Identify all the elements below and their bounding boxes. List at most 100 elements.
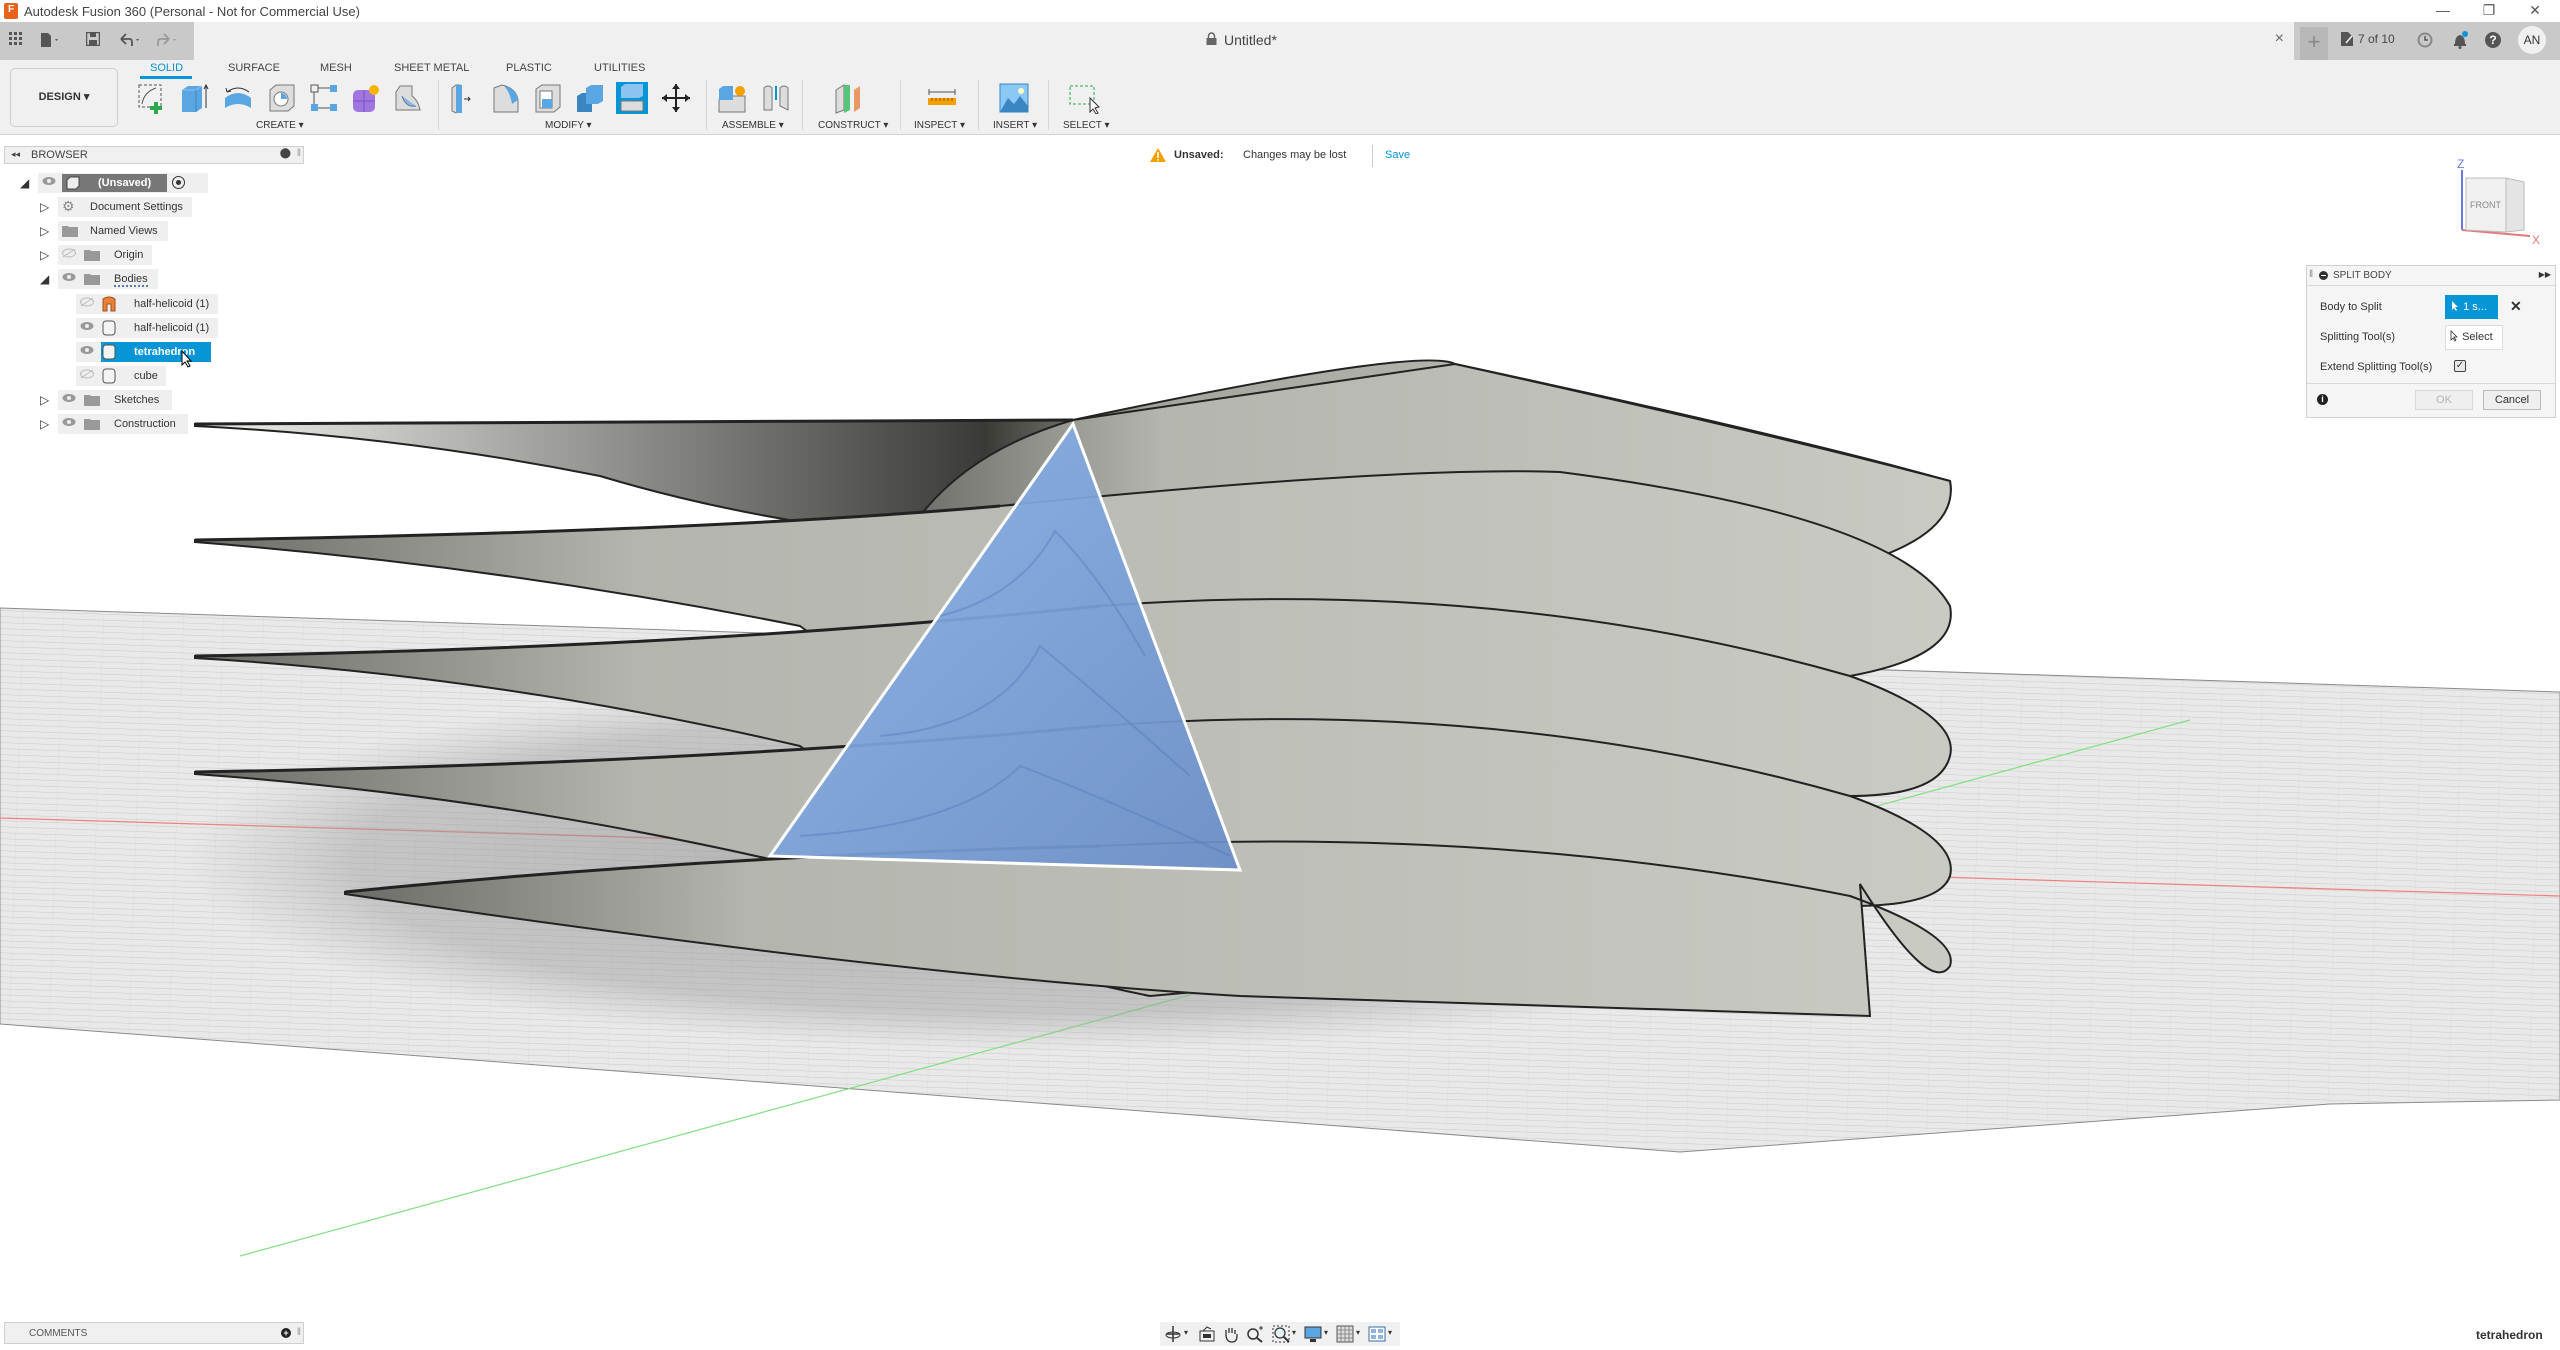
cancel-button[interactable]: Cancel bbox=[2483, 390, 2541, 410]
data-panel-grid-icon[interactable] bbox=[9, 32, 23, 51]
orbit-icon[interactable] bbox=[1164, 1325, 1182, 1343]
tab-sheet-metal[interactable]: SHEET METAL bbox=[394, 62, 469, 74]
fillet-icon[interactable] bbox=[490, 82, 522, 114]
ok-button[interactable]: OK bbox=[2415, 390, 2473, 410]
tree-item-root[interactable]: ◢ (Unsaved) bbox=[20, 173, 220, 193]
document-tab[interactable]: Untitled* × bbox=[194, 22, 2294, 60]
offset-plane-icon[interactable] bbox=[832, 82, 864, 114]
tree-item-origin[interactable]: ▷ Origin bbox=[40, 245, 240, 265]
orbit-dropdown[interactable]: ▾ bbox=[1184, 1328, 1188, 1337]
tab-utilities[interactable]: UTILITIES bbox=[594, 62, 645, 74]
save-link[interactable]: Save bbox=[1385, 149, 1410, 161]
tab-solid[interactable]: SOLID bbox=[150, 62, 183, 74]
workspace-switcher[interactable]: DESIGN ▾ bbox=[10, 68, 118, 127]
move-copy-icon[interactable] bbox=[660, 82, 692, 114]
splitting-tools-selector[interactable]: Select bbox=[2445, 325, 2503, 350]
extrude-icon[interactable] bbox=[178, 82, 210, 114]
create-sketch-icon[interactable] bbox=[136, 82, 168, 114]
select-window-icon[interactable] bbox=[1068, 82, 1100, 115]
save-icon[interactable] bbox=[85, 31, 101, 51]
create-menu[interactable]: CREATE ▾ bbox=[256, 120, 304, 131]
tab-surface[interactable]: SURFACE bbox=[228, 62, 280, 74]
minimize-button[interactable]: — bbox=[2420, 0, 2466, 22]
expand-toggle[interactable]: ◢ bbox=[40, 272, 49, 286]
hidden-eye-icon[interactable] bbox=[62, 248, 76, 258]
dialog-header[interactable]: ‖ SPLIT BODY ▶▶ bbox=[2307, 266, 2555, 286]
visibility-eye-icon[interactable] bbox=[62, 272, 76, 282]
construct-menu[interactable]: CONSTRUCT ▾ bbox=[818, 120, 888, 131]
split-body-icon[interactable] bbox=[616, 82, 648, 114]
job-status-icon[interactable] bbox=[2340, 31, 2354, 50]
inspect-menu[interactable]: INSPECT ▾ bbox=[914, 120, 965, 131]
tree-item-body-selected[interactable]: tetrahedron bbox=[76, 342, 276, 368]
dialog-expand-icon[interactable]: ▶▶ bbox=[2539, 270, 2551, 279]
visibility-eye-icon[interactable] bbox=[62, 417, 76, 427]
create-form-icon[interactable] bbox=[350, 82, 382, 114]
job-status-count[interactable]: 7 of 10 bbox=[2358, 32, 2395, 46]
pattern-icon[interactable] bbox=[308, 82, 340, 114]
expand-toggle[interactable]: ▷ bbox=[40, 417, 49, 431]
tree-item-bodies[interactable]: ◢ Bodies bbox=[40, 269, 240, 289]
revolve-icon[interactable] bbox=[222, 82, 254, 114]
select-menu[interactable]: SELECT ▾ bbox=[1063, 120, 1110, 131]
zoom-icon[interactable] bbox=[1246, 1325, 1264, 1343]
insert-image-icon[interactable] bbox=[998, 82, 1030, 114]
zoom-dropdown[interactable]: ▾ bbox=[1292, 1328, 1296, 1337]
close-window-button[interactable]: ✕ bbox=[2512, 0, 2558, 22]
combine-icon[interactable] bbox=[574, 82, 606, 114]
undo-icon[interactable] bbox=[118, 32, 142, 53]
grid-settings-icon[interactable] bbox=[1336, 1325, 1354, 1343]
comments-grip-handle[interactable]: ‖ bbox=[297, 1327, 301, 1338]
new-tab-button[interactable]: + bbox=[2300, 27, 2328, 60]
visibility-eye-icon[interactable] bbox=[80, 345, 94, 355]
tab-plastic[interactable]: PLASTIC bbox=[506, 62, 552, 74]
browser-minimize-icon[interactable]: ⬤ bbox=[280, 148, 291, 159]
user-avatar[interactable]: AN bbox=[2518, 26, 2546, 54]
redo-icon[interactable] bbox=[156, 32, 180, 53]
body-to-split-selector[interactable]: 1 s... bbox=[2445, 295, 2498, 319]
measure-icon[interactable] bbox=[926, 82, 958, 114]
add-comment-icon[interactable]: + bbox=[281, 1328, 291, 1338]
tree-item-sketches[interactable]: ▷ Sketches bbox=[40, 390, 240, 410]
viewports-icon[interactable] bbox=[1368, 1325, 1386, 1343]
activate-component-icon[interactable] bbox=[172, 176, 185, 189]
tree-item-body[interactable]: half-helicoid (1) bbox=[76, 294, 276, 314]
pan-hand-icon[interactable] bbox=[1222, 1325, 1240, 1343]
tree-item-construction[interactable]: ▷ Construction bbox=[40, 414, 240, 434]
hidden-eye-icon[interactable] bbox=[80, 369, 94, 379]
viewports-dropdown[interactable]: ▾ bbox=[1388, 1328, 1392, 1337]
visibility-eye-icon[interactable] bbox=[80, 321, 94, 331]
insert-menu[interactable]: INSERT ▾ bbox=[993, 120, 1037, 131]
model-scene[interactable] bbox=[0, 136, 2560, 1318]
canvas-viewport[interactable] bbox=[0, 136, 2560, 1318]
display-dropdown[interactable]: ▾ bbox=[1324, 1328, 1328, 1337]
look-at-icon[interactable] bbox=[1198, 1325, 1216, 1343]
viewcube[interactable]: Z X FRONT bbox=[2440, 150, 2560, 250]
expand-toggle[interactable]: ▷ bbox=[40, 393, 49, 407]
display-settings-icon[interactable] bbox=[1304, 1325, 1322, 1343]
expand-toggle[interactable]: ◢ bbox=[20, 176, 29, 190]
new-component-icon[interactable] bbox=[716, 82, 748, 114]
info-icon[interactable]: i bbox=[2317, 394, 2328, 405]
clock-icon[interactable] bbox=[2416, 31, 2434, 52]
expand-toggle[interactable]: ▷ bbox=[40, 248, 49, 262]
joint-icon[interactable] bbox=[760, 82, 792, 114]
fit-window-icon[interactable] bbox=[1272, 1325, 1290, 1343]
dialog-grip-handle[interactable]: ‖ bbox=[2309, 269, 2313, 280]
clear-selection-icon[interactable]: ✕ bbox=[2510, 298, 2522, 315]
tree-item-body[interactable]: half-helicoid (1) bbox=[76, 318, 276, 338]
tree-item-named-views[interactable]: ▷ Named Views bbox=[40, 221, 240, 241]
browser-grip-handle[interactable]: ‖ bbox=[297, 148, 301, 159]
close-tab-button[interactable]: × bbox=[2275, 30, 2284, 48]
assemble-menu[interactable]: ASSEMBLE ▾ bbox=[722, 120, 784, 131]
extend-splitting-tools-checkbox[interactable]: ✓ bbox=[2454, 360, 2466, 372]
file-menu-icon[interactable] bbox=[40, 32, 62, 53]
tab-mesh[interactable]: MESH bbox=[320, 62, 352, 74]
press-pull-icon[interactable] bbox=[448, 82, 480, 114]
visibility-eye-icon[interactable] bbox=[42, 176, 56, 186]
notifications-bell-icon[interactable] bbox=[2452, 31, 2468, 52]
derive-icon[interactable] bbox=[392, 82, 424, 114]
expand-toggle[interactable]: ▷ bbox=[40, 224, 49, 238]
hidden-eye-icon[interactable] bbox=[80, 297, 94, 307]
shell-icon[interactable] bbox=[532, 82, 564, 114]
